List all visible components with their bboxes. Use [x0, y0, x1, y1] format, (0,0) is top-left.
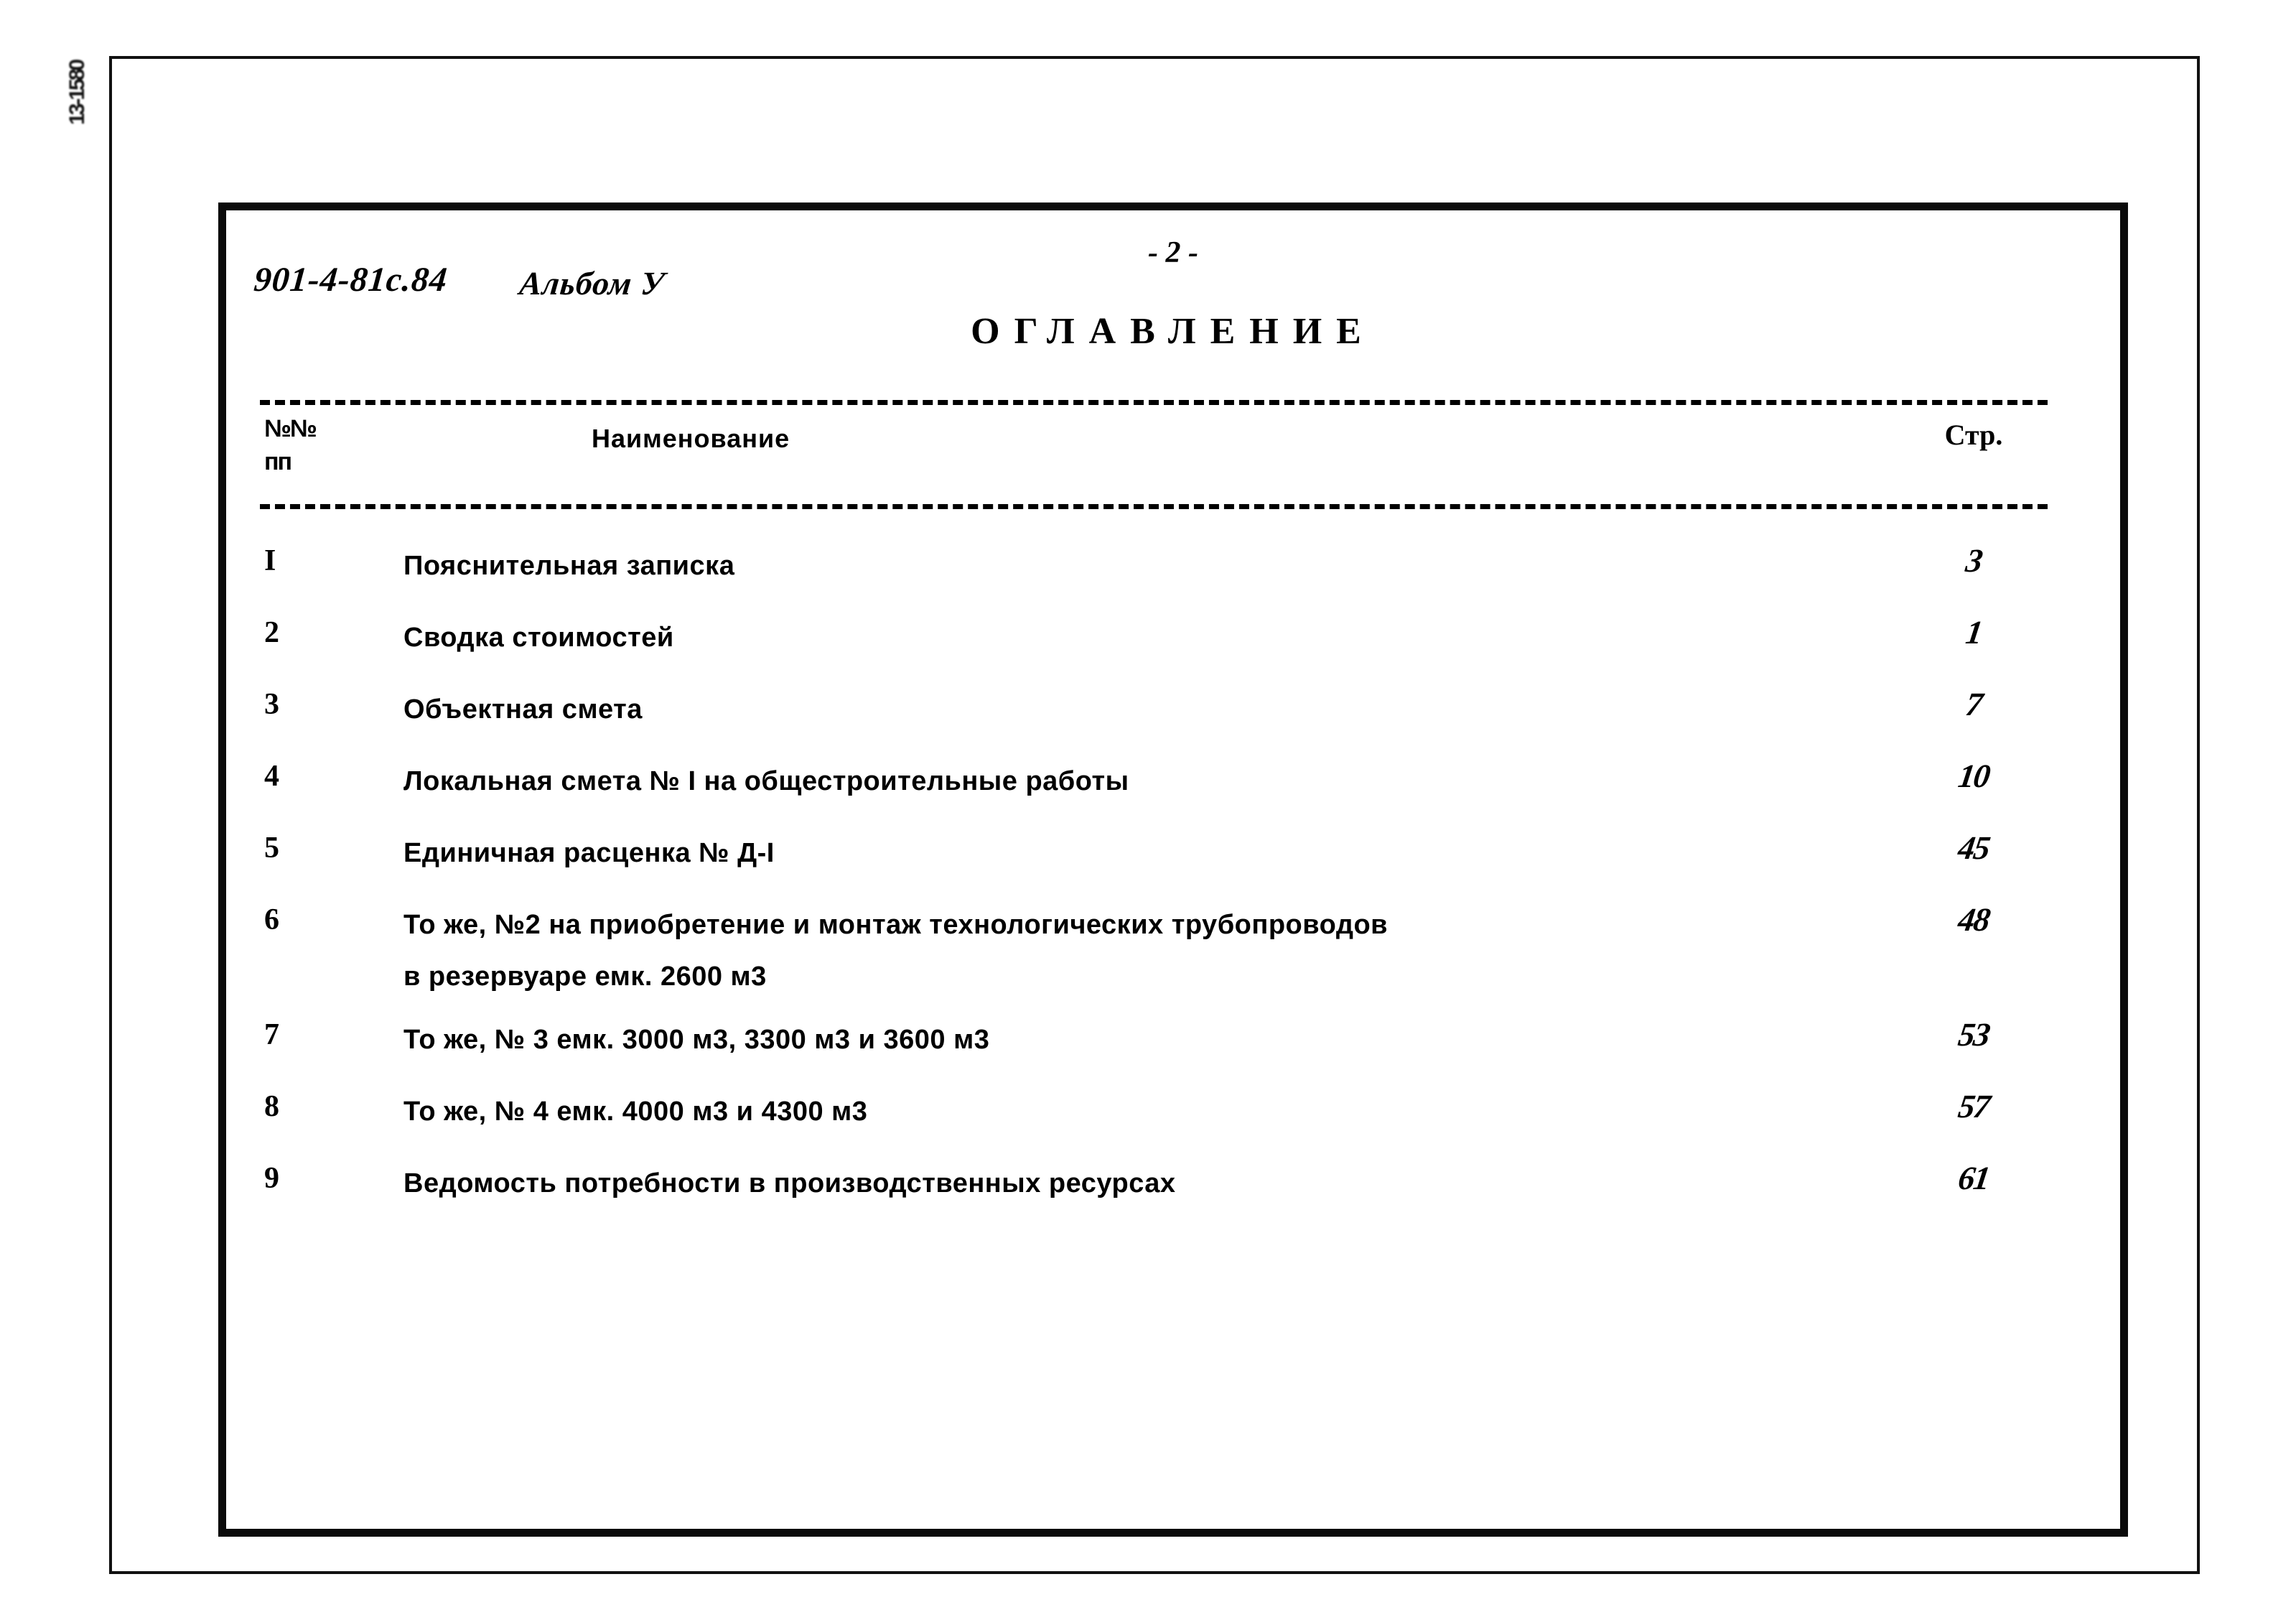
row-title-line1: То же, №2 на приобретение и монтаж техно…: [403, 910, 1389, 940]
row-title-line1: То же, № 3 емк. 3000 м3, 3300 м3 и 3600 …: [403, 1025, 990, 1055]
column-header-number-line1: №№: [264, 415, 317, 442]
column-header-number-line2: пп: [264, 448, 292, 475]
table-row[interactable]: 5 Единичная расценка № Д-I 45: [218, 827, 2128, 899]
row-page-number: 48: [1956, 901, 1992, 938]
row-title: То же, № 3 емк. 3000 м3, 3300 м3 и 3600 …: [403, 1014, 1839, 1066]
row-page-number: 1: [1963, 614, 1984, 651]
row-number: 4: [264, 760, 279, 793]
row-title: Объектная смета: [403, 684, 1839, 735]
row-number: I: [264, 544, 276, 577]
page-title: ОГЛАВЛЕНИЕ: [971, 311, 1376, 352]
document-sheet: 901-4-81с.84 Альбом У - 2 - ОГЛАВЛЕНИЕ №…: [218, 202, 2128, 1537]
row-number: 2: [264, 616, 279, 649]
row-number: 3: [264, 688, 279, 721]
column-header-number: №№ пп: [264, 412, 386, 478]
table-of-contents-rows: I Пояснительная записка 3 2 Сводка стоимосте…: [218, 540, 2128, 1229]
scanned-document-page: 13-1580 901-4-81с.84 Альбом У - 2 - ОГЛА…: [0, 0, 2296, 1620]
row-title-line1: То же, № 4 емк. 4000 м3 и 4300 м3: [403, 1097, 868, 1127]
table-row[interactable]: 7 То же, № 3 емк. 3000 м3, 3300 м3 и 3600…: [218, 1014, 2128, 1086]
row-page-number: 53: [1956, 1016, 1992, 1053]
row-title: Сводка стоимостей: [403, 612, 1839, 664]
row-title: Ведомость потребности в производственных…: [403, 1158, 1839, 1209]
table-rule-top: [260, 400, 2048, 405]
row-number: 5: [264, 832, 279, 865]
row-title-line1: Локальная смета № I на общестроительные …: [403, 766, 1129, 796]
table-row[interactable]: 4 Локальная смета № I на общестроительные…: [218, 755, 2128, 827]
row-title: То же, №2 на приобретение и монтаж техно…: [403, 899, 1839, 1002]
table-row[interactable]: 6 То же, №2 на приобретение и монтаж техн…: [218, 899, 2128, 1014]
row-title: Локальная смета № I на общестроительные …: [403, 755, 1839, 807]
row-title-line2: в резервуаре емк. 2600 м3: [403, 962, 767, 992]
page-number-marker: - 2 -: [218, 236, 2128, 270]
row-page-number: 7: [1963, 686, 1984, 722]
row-title: Пояснительная записка: [403, 540, 1839, 592]
row-title-line1: Объектная смета: [403, 694, 643, 725]
row-title-line1: Ведомость потребности в производственных…: [403, 1168, 1176, 1198]
table-row[interactable]: 3 Объектная смета 7: [218, 684, 2128, 755]
row-number: 9: [264, 1162, 279, 1195]
row-number: 8: [264, 1090, 279, 1123]
table-rule-bottom: [260, 504, 2048, 509]
row-page-number: 45: [1956, 829, 1992, 866]
row-title: То же, № 4 емк. 4000 м3 и 4300 м3: [403, 1086, 1839, 1137]
row-page-number: 61: [1956, 1160, 1992, 1196]
row-title-line1: Единичная расценка № Д-I: [403, 838, 775, 868]
row-number: 6: [264, 903, 279, 936]
row-page-number: 57: [1956, 1088, 1992, 1125]
table-row[interactable]: 2 Сводка стоимостей 1: [218, 612, 2128, 684]
row-page-number: 3: [1963, 542, 1984, 579]
row-title-line1: Пояснительная записка: [403, 551, 735, 581]
table-row[interactable]: 8 То же, № 4 емк. 4000 м3 и 4300 м3 57: [218, 1086, 2128, 1158]
table-row[interactable]: 9 Ведомость потребности в производственны…: [218, 1158, 2128, 1229]
row-number: 7: [264, 1018, 279, 1051]
row-page-number: 10: [1956, 758, 1992, 794]
column-header-name: Наименование: [592, 424, 790, 453]
margin-archive-stamp: 13-1580: [65, 60, 89, 125]
table-row[interactable]: I Пояснительная записка 3: [218, 540, 2128, 612]
row-title: Единичная расценка № Д-I: [403, 827, 1839, 879]
page-number-text: - 2 -: [1148, 236, 1198, 269]
column-header-page: Стр.: [1944, 419, 2003, 451]
row-title-line1: Сводка стоимостей: [403, 623, 674, 653]
